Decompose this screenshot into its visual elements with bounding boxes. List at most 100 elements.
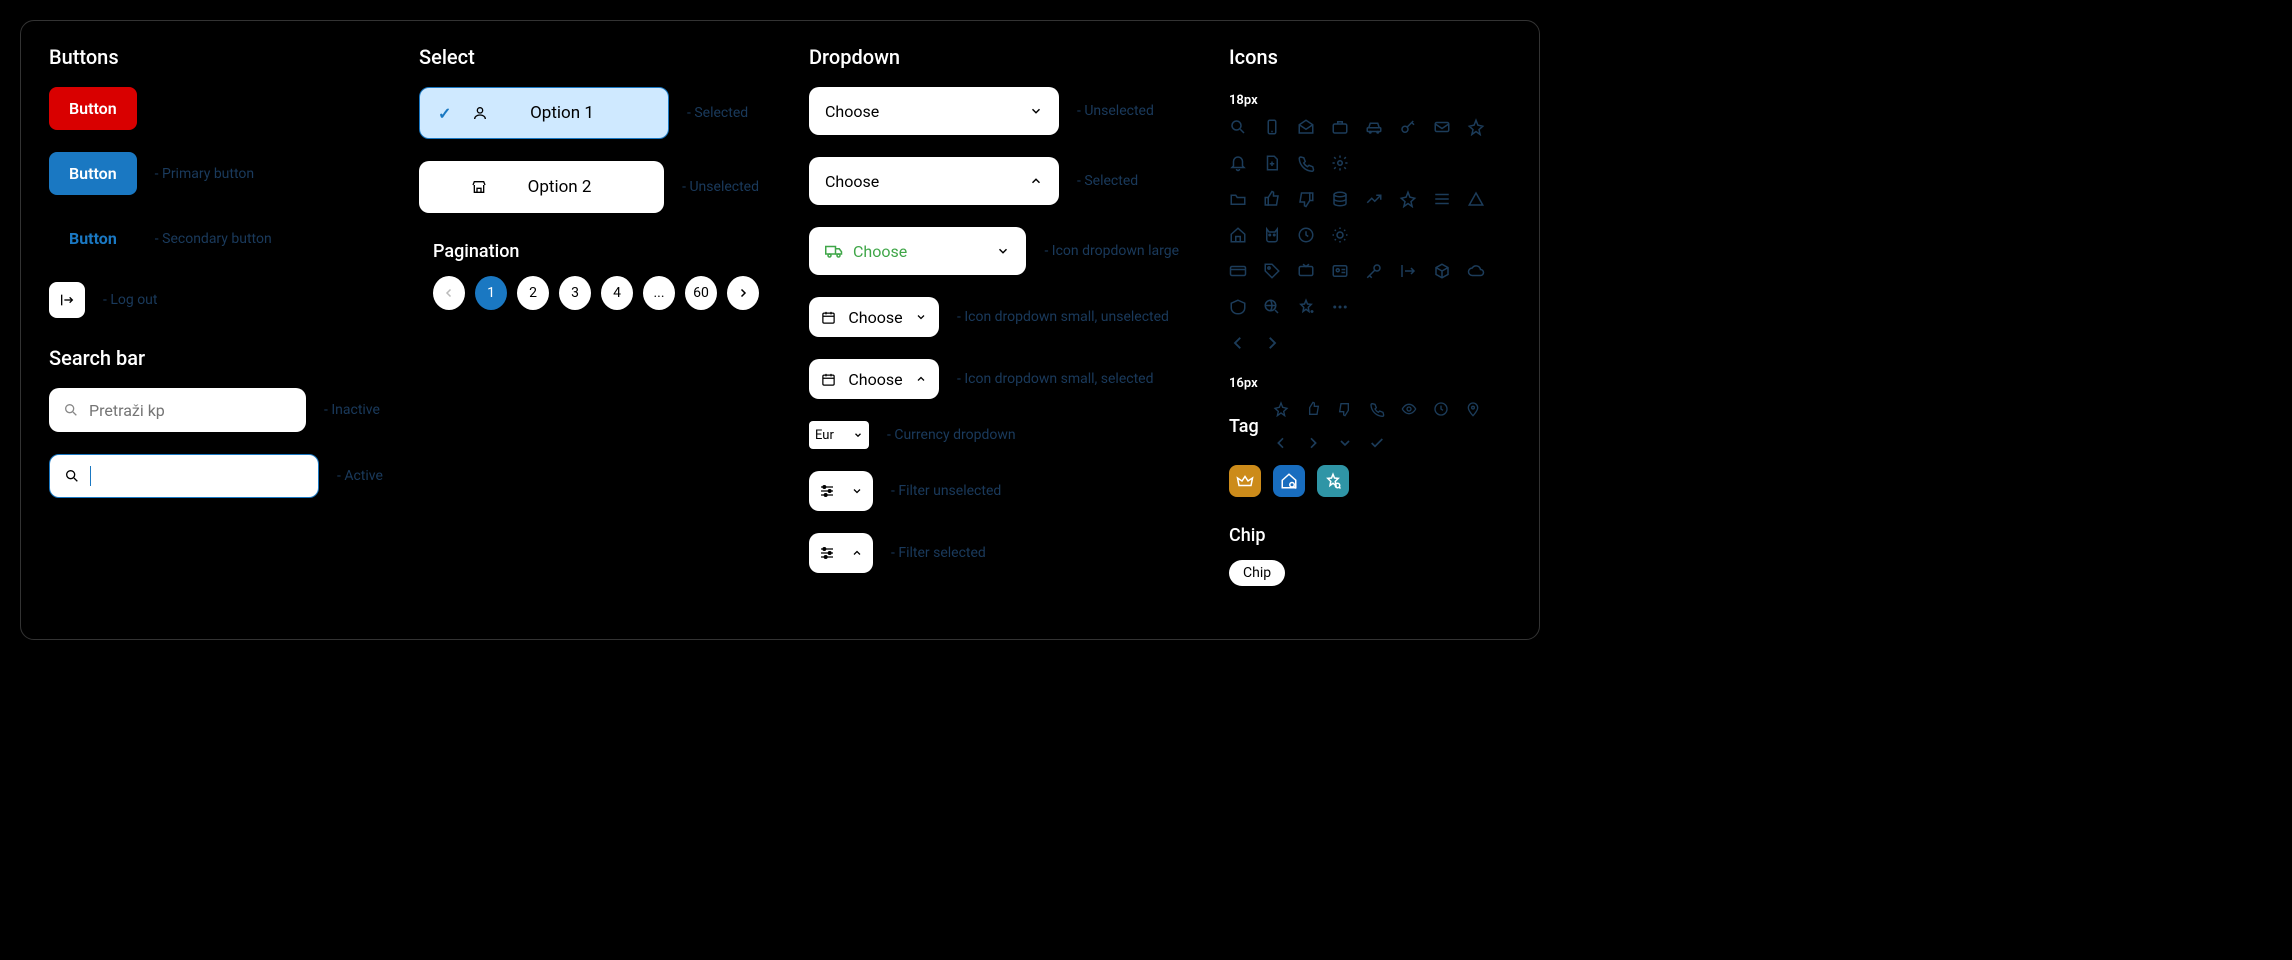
select-opt2-annot: - Unselected <box>682 179 759 195</box>
chip-example[interactable]: Chip <box>1229 560 1285 586</box>
icon-grid-16 <box>1273 401 1511 451</box>
search-inactive[interactable] <box>49 388 306 432</box>
chevron-left-icon <box>443 287 455 299</box>
gear-icon <box>1331 154 1349 172</box>
tag-teal[interactable] <box>1317 465 1349 497</box>
chevron-up-icon <box>1029 174 1043 188</box>
select-option-2-label: Option 2 <box>473 177 646 197</box>
sliders-icon <box>1433 190 1451 208</box>
dropdown-icon-small-unselected[interactable]: Choose <box>809 297 939 337</box>
key2-icon <box>1365 262 1383 280</box>
button-primary[interactable]: Button <box>49 152 137 195</box>
car-icon <box>1365 118 1383 136</box>
check-icon: ✓ <box>438 104 456 123</box>
icon-grid-18-row4 <box>1229 334 1511 352</box>
page-4[interactable]: 4 <box>601 276 633 310</box>
search-input-active[interactable] <box>101 467 304 486</box>
tag-gold[interactable] <box>1229 465 1261 497</box>
clock-icon <box>1433 401 1449 417</box>
chevron-right-icon <box>1305 435 1321 451</box>
eye-icon <box>1401 401 1417 417</box>
tag-heading: Tag <box>1229 416 1259 437</box>
select-option-2[interactable]: Option 2 <box>419 161 664 213</box>
chip-heading: Chip <box>1229 525 1511 546</box>
select-option-1-label: Option 1 <box>474 103 650 123</box>
dropdown-icon-small-selected[interactable]: Choose <box>809 359 939 399</box>
thumbs-down-icon <box>1297 190 1315 208</box>
button-secondary[interactable]: Button <box>49 217 137 260</box>
tag-blue[interactable] <box>1273 465 1305 497</box>
page-3[interactable]: 3 <box>559 276 591 310</box>
chevron-down-icon <box>996 244 1010 258</box>
chevron-up-icon <box>915 373 927 385</box>
chevron-down-icon <box>1337 435 1353 451</box>
dropdown-label: Choose <box>848 370 902 389</box>
chevron-down-icon <box>915 311 927 323</box>
folder-icon <box>1229 190 1247 208</box>
logout-icon <box>59 292 75 308</box>
filter-un-annot: - Filter unselected <box>891 483 1001 499</box>
thumbs-up-icon <box>1263 190 1281 208</box>
chevron-down-icon <box>1029 104 1043 118</box>
mail-open-icon <box>1297 118 1315 136</box>
search-active-annot: - Active <box>337 468 383 484</box>
logout-icon <box>1399 262 1417 280</box>
select-opt1-annot: - Selected <box>687 105 748 121</box>
sliders-icon <box>819 483 835 499</box>
dd-sel-annot: - Selected <box>1077 173 1138 189</box>
search-active[interactable] <box>49 454 319 498</box>
currency-label: Eur <box>815 428 834 443</box>
searchbar-heading: Search bar <box>49 346 369 370</box>
chevron-up-icon <box>851 547 863 559</box>
page-60[interactable]: 60 <box>685 276 717 310</box>
clock-icon <box>1297 226 1315 244</box>
select-option-1[interactable]: ✓ Option 1 <box>419 87 669 139</box>
sun-icon <box>1331 226 1349 244</box>
date-icon <box>821 310 836 325</box>
primary-annot: - Primary button <box>155 166 255 182</box>
page-prev[interactable] <box>433 276 465 310</box>
filter-selected[interactable] <box>809 533 873 573</box>
icons-16px-label: 16px <box>1229 376 1511 391</box>
filter-sel-annot: - Filter selected <box>891 545 986 561</box>
home-search-icon <box>1280 472 1298 490</box>
button-red[interactable]: Button <box>49 87 137 130</box>
phone-icon <box>1297 154 1315 172</box>
filter-unselected[interactable] <box>809 471 873 511</box>
icon-grid-18-row2 <box>1229 190 1511 244</box>
buttons-column: Buttons Button Button - Primary button B… <box>49 45 369 615</box>
briefcase-icon <box>1331 118 1349 136</box>
page-ellipsis[interactable]: ... <box>643 276 675 310</box>
dropdown-selected[interactable]: Choose <box>809 157 1059 205</box>
trend-icon <box>1365 190 1383 208</box>
dropdown-heading: Dropdown <box>809 45 1179 69</box>
sliders-icon <box>819 545 835 561</box>
id-icon <box>1331 262 1349 280</box>
dropdown-icon-large[interactable]: Choose <box>809 227 1026 275</box>
secondary-annot: - Secondary button <box>155 231 272 247</box>
page-next[interactable] <box>727 276 759 310</box>
component-library-frame: Buttons Button Button - Primary button B… <box>20 20 1540 640</box>
globe-search-icon <box>1263 298 1281 316</box>
page-1[interactable]: 1 <box>475 276 507 310</box>
icons-column: Icons 18px <box>1229 45 1511 615</box>
icons-heading: Icons <box>1229 45 1511 69</box>
bell-icon <box>1229 154 1247 172</box>
search-icon <box>1229 118 1247 136</box>
dropdown-label: Choose <box>825 172 879 191</box>
icons-18px-label: 18px <box>1229 93 1511 108</box>
star-outline-icon <box>1399 190 1417 208</box>
dropdown-currency[interactable]: Eur <box>809 421 869 449</box>
search-input-inactive[interactable] <box>89 401 292 420</box>
icon-grid-18-row3 <box>1229 262 1511 316</box>
logout-button[interactable] <box>49 282 85 318</box>
select-heading: Select <box>419 45 759 69</box>
tag-icon <box>1263 262 1281 280</box>
select-column: Select ✓ Option 1 - Selected Option 2 - … <box>419 45 759 615</box>
chevron-down-icon <box>853 430 863 440</box>
database-icon <box>1331 190 1349 208</box>
star-icon <box>1467 118 1485 136</box>
dropdown-unselected[interactable]: Choose <box>809 87 1059 135</box>
page-2[interactable]: 2 <box>517 276 549 310</box>
dropdown-column: Dropdown Choose - Unselected Choose - Se… <box>809 45 1179 615</box>
